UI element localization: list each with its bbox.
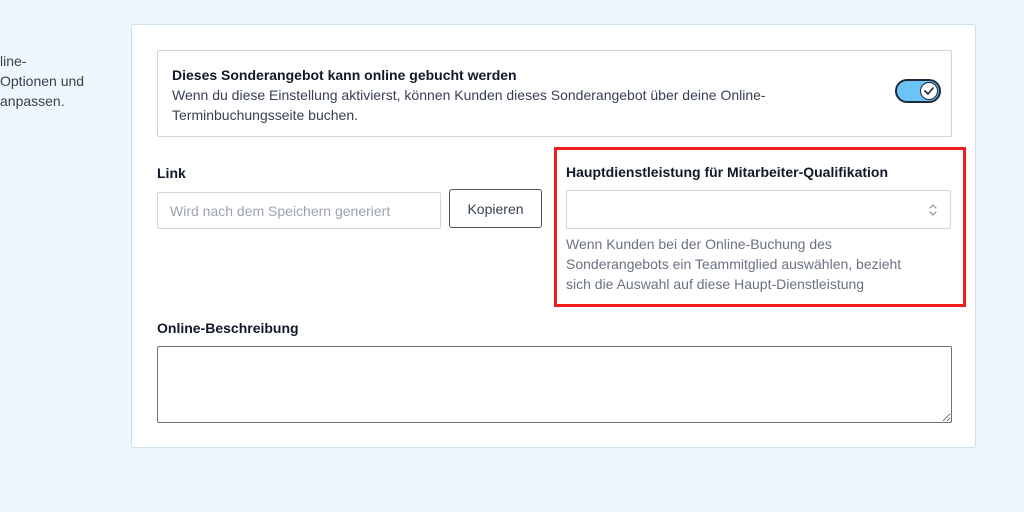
section-description-line: Optionen und [0,73,85,89]
online-booking-toggle[interactable] [895,79,941,103]
link-label: Link [157,165,186,181]
main-service-help-line: Wenn Kunden bei der Online-Buchung des [566,236,832,252]
online-description-label: Online-Beschreibung [157,320,299,336]
online-booking-setting: Dieses Sonderangebot kann online gebucht… [157,50,952,137]
main-service-label: Hauptdienstleistung für Mitarbeiter-Qual… [566,164,889,180]
check-icon [920,82,938,100]
main-service-help: Wenn Kunden bei der Online-Buchung des S… [566,234,946,294]
online-description-textarea[interactable] [157,346,952,423]
copy-button[interactable]: Kopieren [449,189,542,228]
online-settings-card: Dieses Sonderangebot kann online gebucht… [131,24,976,448]
section-description-line: line- [0,53,27,69]
online-booking-description: Wenn du diese Einstellung aktivierst, kö… [172,87,766,123]
online-booking-title: Dieses Sonderangebot kann online gebucht… [172,67,517,83]
main-service-select[interactable] [566,190,951,229]
main-service-help-line: sich die Auswahl auf diese Haupt-Dienstl… [566,276,865,292]
chevron-up-down-icon [929,204,937,216]
section-description: line- Optionen und anpassen. [0,51,110,111]
main-service-help-line: Sonderangebots ein Teammitglied auswähle… [566,256,902,272]
link-input[interactable] [157,192,441,229]
section-description-line: anpassen. [0,93,65,109]
